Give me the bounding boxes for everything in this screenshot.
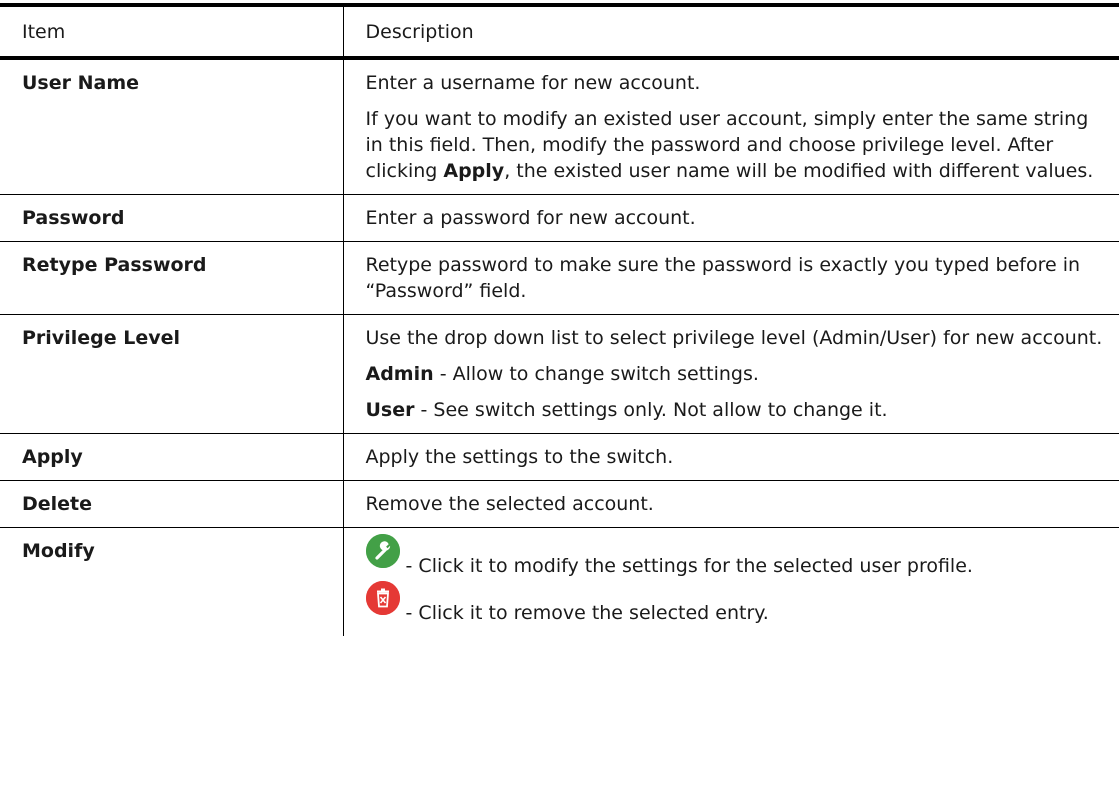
row-item-label: Apply bbox=[0, 433, 343, 481]
header-item: Item bbox=[0, 3, 343, 60]
table-row-delete: Delete Remove the selected account. bbox=[0, 480, 1119, 528]
row-description: - Click it to modify the settings for th… bbox=[342, 527, 1119, 636]
description-paragraph: Remove the selected account. bbox=[365, 493, 654, 515]
description-paragraph: Retype password to make sure the passwor… bbox=[365, 254, 1081, 302]
row-description: Enter a password for new account. bbox=[342, 194, 1119, 242]
row-description: Enter a username for new account. If you… bbox=[342, 58, 1119, 195]
row-item-label: User Name bbox=[0, 58, 343, 195]
description-text: - Allow to change switch settings. bbox=[433, 363, 759, 385]
row-item-label: Password bbox=[0, 194, 343, 242]
description-bold-term: User bbox=[365, 399, 415, 421]
row-item-label: Modify bbox=[22, 540, 95, 562]
row-description: Retype password to make sure the passwor… bbox=[342, 241, 1119, 315]
table-row-privilege-level: Privilege Level Use the drop down list t… bbox=[0, 314, 1119, 434]
wrench-icon bbox=[365, 534, 400, 568]
row-item-label: Delete bbox=[0, 480, 343, 528]
description-table: Item Description User Name Enter a usern… bbox=[0, 3, 1119, 636]
description-paragraph: - Click it to remove the selected entry. bbox=[365, 581, 1104, 626]
row-description: Use the drop down list to select privile… bbox=[342, 314, 1119, 434]
trash-icon bbox=[365, 581, 400, 615]
description-paragraph: Enter a username for new account. bbox=[365, 72, 701, 94]
description-bold-term: Apply bbox=[443, 160, 505, 182]
description-paragraph: User - See switch settings only. Not all… bbox=[366, 397, 1104, 423]
description-paragraph: - Click it to modify the settings for th… bbox=[365, 534, 1104, 579]
description-paragraph: Apply the settings to the switch. bbox=[365, 446, 674, 468]
row-item-label: Privilege Level bbox=[0, 314, 343, 434]
description-paragraph: If you want to modify an existed user ac… bbox=[366, 106, 1104, 184]
row-description: Remove the selected account. bbox=[342, 480, 1119, 528]
table-row-retype-password: Retype Password Retype password to make … bbox=[0, 241, 1119, 315]
table-row-modify: Modify - Click it to modify the settings… bbox=[0, 527, 1119, 636]
description-bold-term: Admin bbox=[365, 363, 434, 385]
description-paragraph: Enter a password for new account. bbox=[365, 207, 696, 229]
table-row-password: Password Enter a password for new accoun… bbox=[0, 194, 1119, 242]
description-text: - Click it to remove the selected entry. bbox=[399, 602, 769, 624]
row-item-label: Retype Password bbox=[0, 241, 343, 315]
description-paragraph: Admin - Allow to change switch settings. bbox=[366, 361, 1104, 387]
table-header-row: Item Description bbox=[0, 3, 1119, 60]
description-text: - Click it to modify the settings for th… bbox=[399, 555, 973, 577]
description-text: , the existed user name will be modified… bbox=[504, 160, 1094, 182]
description-text: - See switch settings only. Not allow to… bbox=[414, 399, 888, 421]
description-paragraph: Use the drop down list to select privile… bbox=[365, 327, 1103, 349]
header-description: Description bbox=[342, 3, 1119, 60]
table-row-user-name: User Name Enter a username for new accou… bbox=[0, 58, 1119, 195]
table-row-apply: Apply Apply the settings to the switch. bbox=[0, 433, 1119, 481]
row-description: Apply the settings to the switch. bbox=[342, 433, 1119, 481]
